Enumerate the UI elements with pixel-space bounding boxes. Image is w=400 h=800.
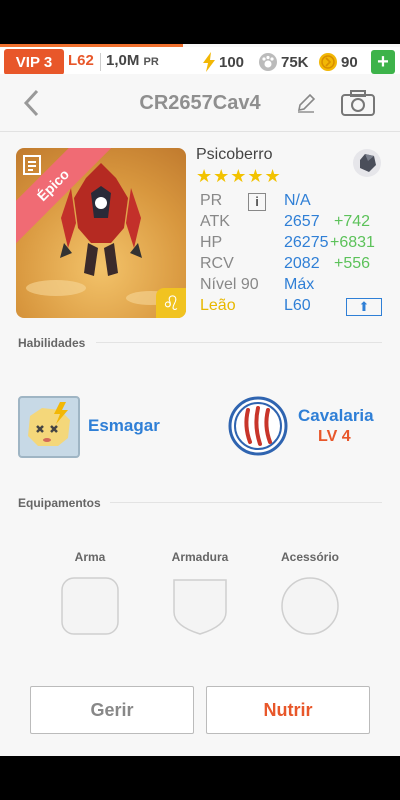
stat-value: 2082 (284, 255, 320, 272)
stat-bonus: +6831 (330, 234, 375, 251)
manage-button[interactable]: Gerir (30, 686, 194, 734)
armor-slot[interactable] (170, 576, 230, 636)
rock-element-icon (353, 149, 381, 177)
skill-name[interactable]: Esmagar (88, 416, 160, 436)
smash-skill-icon (28, 402, 70, 446)
stat-row-atk: ATK 2657 +742 (196, 213, 384, 234)
accessory-label: Acessório (280, 550, 340, 564)
document-icon[interactable] (22, 154, 42, 176)
stat-label: Nível 90 (200, 276, 259, 293)
camera-icon[interactable] (340, 88, 376, 118)
stat-row-rcv: RCV 2082 +556 (196, 255, 384, 276)
paw-value: 75K (281, 53, 309, 71)
stat-value: 26275 (284, 234, 329, 251)
edit-pencil-icon[interactable] (295, 92, 317, 114)
monster-name: Psicoberro (196, 146, 273, 163)
info-icon[interactable]: i (248, 193, 266, 211)
stat-bonus: +556 (334, 255, 371, 272)
divider (110, 502, 382, 503)
monster-portrait[interactable]: Épico ♌ (16, 148, 186, 318)
paw-resource[interactable]: 75K (258, 52, 309, 72)
paw-icon (259, 53, 277, 71)
plus-icon: + (377, 50, 389, 73)
top-black-strip (0, 0, 400, 44)
stat-value: L60 (284, 297, 311, 314)
stat-label: ATK (200, 213, 230, 230)
page-header: CR2657Cav4 (0, 74, 400, 132)
coin-icon (319, 53, 337, 71)
divider (96, 342, 382, 343)
lightning-icon (203, 52, 215, 72)
class-name: Cavalaria (298, 406, 374, 425)
stat-label: PR (200, 192, 223, 209)
stat-label: RCV (200, 255, 234, 272)
coin-value: 90 (341, 53, 358, 71)
skills-section-title: Habilidades (18, 336, 86, 350)
player-level: L62 (68, 52, 94, 69)
stat-value: 2657 (284, 213, 320, 230)
class-level: LV 4 (318, 428, 351, 445)
player-power: 1,0M PR (106, 52, 159, 69)
add-currency-button[interactable]: + (371, 50, 395, 74)
back-arrow-icon[interactable] (20, 88, 44, 118)
zodiac-leo-icon: ♌ (156, 288, 186, 318)
stat-row-pr: PR i N/A (196, 192, 384, 213)
orange-accent-line (0, 44, 183, 47)
stat-label: HP (200, 234, 223, 251)
divider (100, 53, 101, 71)
monster-detail-screen: VIP 3 L62 1,0M PR 100 75K 90 + CR2657Cav… (0, 44, 400, 756)
stat-row-hp: HP 26275 +6831 (196, 234, 384, 255)
stat-row-level: Nível 90 Máx (196, 276, 384, 297)
accessory-slot[interactable] (280, 576, 340, 636)
stat-row-zodiac: Leão L60 ⬆ (196, 297, 384, 318)
feed-button[interactable]: Nutrir (206, 686, 370, 734)
stat-bonus: +742 (334, 213, 371, 230)
equipment-section-title: Equipamentos (18, 496, 101, 510)
star-rating: ★★★★★ (196, 166, 282, 186)
coin-resource[interactable]: 90 (318, 52, 358, 72)
armor-label: Armadura (171, 550, 229, 564)
page-title: CR2657Cav4 (139, 92, 261, 114)
stat-label: Leão (200, 297, 236, 314)
weapon-label: Arma (74, 550, 106, 564)
power-unit: PR (143, 56, 159, 68)
energy-resource[interactable]: 100 (202, 52, 244, 72)
resource-bar: VIP 3 L62 1,0M PR 100 75K 90 + (0, 47, 400, 77)
stat-value: Máx (284, 276, 315, 293)
vip-badge[interactable]: VIP 3 (4, 49, 64, 75)
energy-value: 100 (219, 53, 245, 71)
power-value: 1,0M (106, 52, 140, 69)
cavalry-class-icon[interactable] (228, 396, 288, 456)
weapon-slot[interactable] (60, 576, 120, 636)
upgrade-button[interactable]: ⬆ (346, 298, 382, 316)
skill-icon[interactable] (18, 396, 80, 458)
stat-value: N/A (284, 192, 311, 209)
